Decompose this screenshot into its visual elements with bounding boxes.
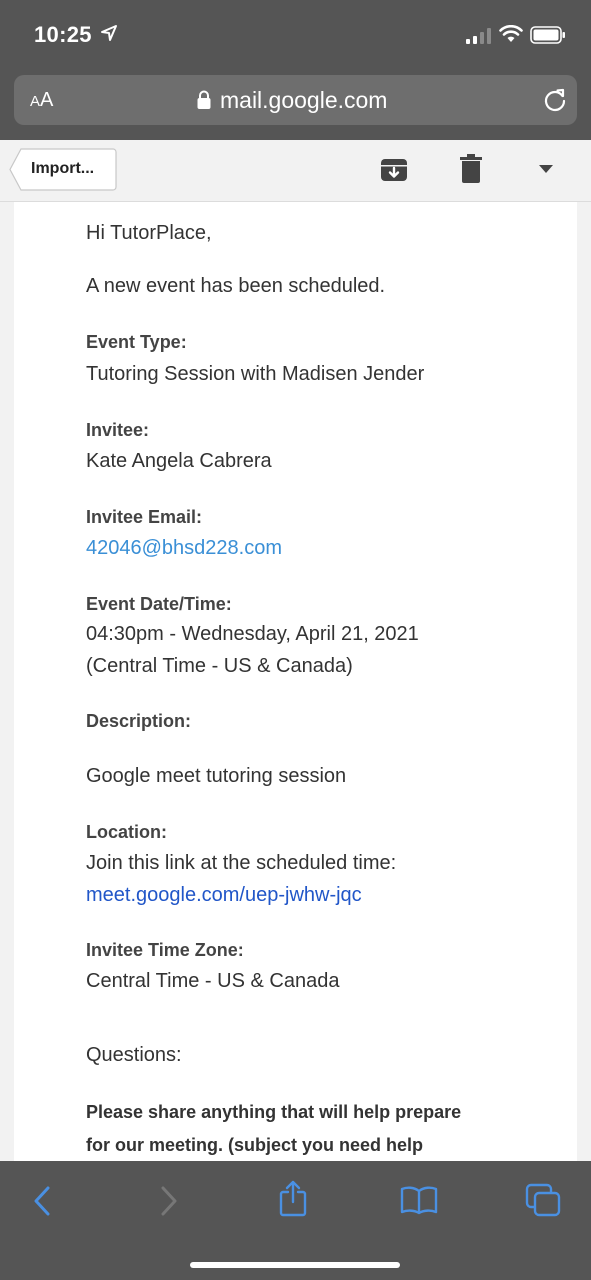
event-type-value: Tutoring Session with Madisen Jender	[86, 363, 425, 385]
invitee-email-link[interactable]: 42046@bhsd228.com	[86, 537, 282, 560]
location-line1: Join this link at the scheduled time:	[86, 852, 397, 874]
reader-options-button[interactable]: AA	[30, 89, 53, 112]
address-bar[interactable]: AA mail.google.com	[14, 75, 577, 125]
chevron-down-icon[interactable]	[538, 164, 554, 174]
url-text[interactable]: mail.google.com	[220, 87, 387, 114]
reload-icon[interactable]	[542, 87, 568, 113]
wifi-icon	[499, 25, 523, 42]
question-line2: for our meeting. (subject you need help	[86, 1135, 424, 1155]
event-datetime-line1: 04:30pm - Wednesday, April 21, 2021	[86, 623, 419, 645]
lock-icon	[197, 90, 211, 109]
invitee-value: Kate Angela Cabrera	[86, 450, 272, 472]
archive-icon[interactable]	[380, 156, 408, 184]
intro-text: A new event has been scheduled.	[86, 275, 386, 297]
back-arrow-icon[interactable]	[31, 1186, 53, 1216]
share-icon[interactable]	[279, 1179, 307, 1217]
event-datetime-line2: (Central Time - US & Canada)	[86, 655, 353, 677]
battery-icon	[530, 26, 565, 44]
mail-view: Hi TutorPlace, A new event has been sche…	[0, 202, 591, 1161]
greeting: Hi TutorPlace,	[86, 222, 212, 244]
back-label: Import...	[31, 160, 95, 177]
forward-arrow-icon[interactable]	[158, 1186, 180, 1216]
home-indicator[interactable]	[190, 1262, 400, 1268]
event-datetime-label: Event Date/Time:	[86, 594, 232, 614]
bookmarks-icon[interactable]	[400, 1185, 438, 1215]
back-to-inbox-button[interactable]: Import...	[9, 148, 117, 191]
description-label: Description:	[86, 711, 192, 731]
invitee-label: Invitee:	[86, 420, 150, 440]
safari-bottom-toolbar	[0, 1161, 591, 1280]
invitee-email-label: Invitee Email:	[86, 507, 203, 527]
location-arrow-icon	[101, 25, 117, 41]
status-time: 10:25	[34, 22, 92, 47]
tabs-icon[interactable]	[525, 1183, 561, 1217]
event-type-label: Event Type:	[86, 332, 187, 352]
questions-label: Questions:	[86, 1044, 182, 1066]
email-card: Hi TutorPlace, A new event has been sche…	[14, 202, 577, 1161]
timezone-value: Central Time - US & Canada	[86, 970, 340, 992]
status-bar: 10:25	[0, 0, 591, 70]
browser-address-area: AA mail.google.com	[0, 70, 591, 140]
signal-icon	[466, 28, 491, 44]
question-line1: Please share anything that will help pre…	[86, 1102, 462, 1122]
location-label: Location:	[86, 822, 167, 842]
description-value: Google meet tutoring session	[86, 765, 347, 787]
meet-link[interactable]: meet.google.com/uep-jwhw-jqc	[86, 884, 362, 907]
mail-toolbar: Import...	[0, 140, 591, 202]
timezone-label: Invitee Time Zone:	[86, 940, 244, 960]
trash-icon[interactable]	[460, 154, 482, 184]
